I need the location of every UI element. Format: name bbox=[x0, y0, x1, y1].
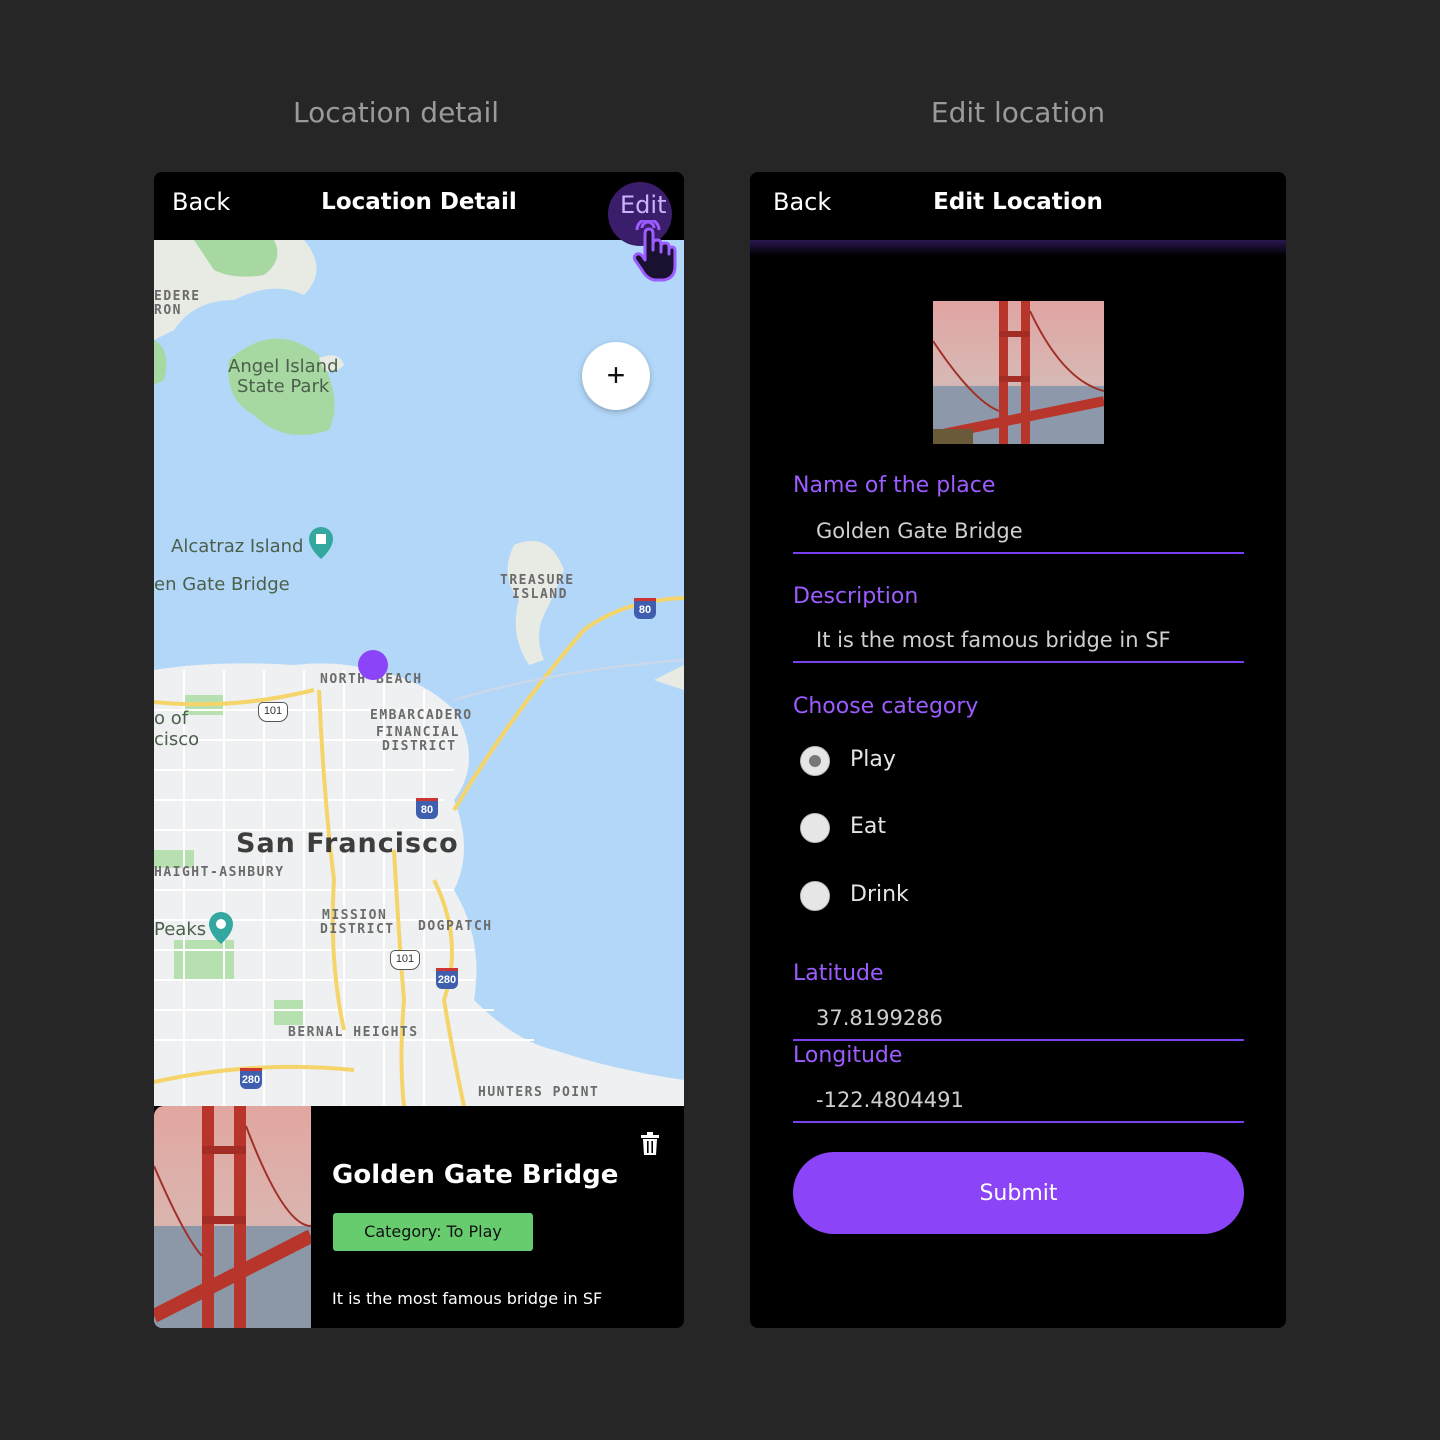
location-photo bbox=[154, 1106, 311, 1328]
category-label: Choose category bbox=[793, 694, 979, 719]
map-label-angel-island: Angel Island bbox=[228, 356, 339, 377]
map-label-haight: HAIGHT-ASHBURY bbox=[154, 865, 285, 880]
route-shield-280: 280 bbox=[436, 968, 458, 989]
map-label-embarcadero: EMBARCADERO bbox=[370, 708, 473, 723]
map-label-mission-2: DISTRICT bbox=[320, 922, 395, 937]
map-label-city: San Francisco bbox=[236, 828, 459, 859]
latitude-label: Latitude bbox=[793, 961, 884, 986]
map-label-peaks: Peaks bbox=[154, 919, 207, 940]
trash-icon[interactable] bbox=[640, 1132, 660, 1156]
location-photo[interactable] bbox=[933, 301, 1104, 444]
radio-button-selected[interactable] bbox=[800, 746, 830, 776]
description-input[interactable] bbox=[793, 619, 1244, 663]
route-shield-280-b: 280 bbox=[240, 1068, 262, 1089]
map-label-bernal-heights: BERNAL HEIGHTS bbox=[288, 1025, 419, 1040]
radio-eat[interactable]: Eat bbox=[800, 812, 1000, 844]
map-label-financial-district: FINANCIAL bbox=[376, 725, 460, 740]
map-label-belvedere: EDERE bbox=[154, 289, 201, 304]
radio-button[interactable] bbox=[800, 813, 830, 843]
radio-button[interactable] bbox=[800, 881, 830, 911]
route-shield-101: 101 bbox=[258, 702, 288, 722]
map-label-alcatraz: Alcatraz Island bbox=[171, 536, 304, 557]
radio-label-play: Play bbox=[850, 747, 896, 772]
route-shield-101-b: 101 bbox=[390, 950, 420, 970]
radio-play[interactable]: Play bbox=[800, 745, 1000, 777]
map-label-financial-district-2: DISTRICT bbox=[382, 739, 457, 754]
radio-label-eat: Eat bbox=[850, 814, 887, 839]
latitude-input[interactable] bbox=[793, 997, 1244, 1041]
category-badge: Category: To Play bbox=[333, 1213, 533, 1251]
location-detail-screen: Back Location Detail EDERE RON Angel Isl… bbox=[154, 172, 684, 1328]
submit-button[interactable]: Submit bbox=[793, 1152, 1244, 1234]
map-label-treasure-island: TREASURE bbox=[500, 573, 575, 588]
map-view[interactable]: EDERE RON Angel Island State Park Alcatr… bbox=[154, 240, 684, 1106]
radio-label-drink: Drink bbox=[850, 882, 909, 907]
caption-edit-location: Edit location bbox=[930, 96, 1106, 129]
edit-label: Edit bbox=[620, 191, 667, 219]
map-label-sf-partial: o of bbox=[154, 708, 189, 729]
hand-pointer-icon bbox=[632, 220, 677, 282]
attraction-icon bbox=[309, 527, 333, 559]
map-label-golden-gate: en Gate Bridge bbox=[154, 574, 290, 595]
camera-icon bbox=[209, 912, 233, 944]
page-title: Edit Location bbox=[933, 189, 1103, 215]
page-title: Location Detail bbox=[321, 189, 517, 215]
caption-location-detail: Location detail bbox=[292, 96, 500, 129]
map-label-dogpatch: DOGPATCH bbox=[418, 919, 493, 934]
map-label-belvedere-2: RON bbox=[154, 303, 182, 318]
map-label-mission: MISSION bbox=[322, 908, 388, 923]
location-pin-icon[interactable] bbox=[358, 650, 388, 680]
edit-button[interactable]: Edit bbox=[608, 182, 684, 282]
zoom-in-button[interactable]: + bbox=[582, 342, 650, 410]
map-label-treasure-island-2: ISLAND bbox=[512, 587, 568, 602]
map-label-sf-partial-2: cisco bbox=[154, 729, 200, 750]
navbar: Back Location Detail bbox=[154, 172, 684, 240]
longitude-label: Longitude bbox=[793, 1043, 903, 1068]
navbar-shadow bbox=[750, 240, 1286, 256]
location-card[interactable]: Golden Gate Bridge Category: To Play It … bbox=[154, 1106, 684, 1328]
name-input[interactable] bbox=[793, 510, 1244, 554]
description-label: Description bbox=[793, 584, 919, 609]
map-label-hunters-point: HUNTERS POINT bbox=[478, 1085, 600, 1100]
edit-location-screen: Back Edit Location Name of the place Des… bbox=[750, 172, 1286, 1328]
card-description: It is the most famous bridge in SF bbox=[332, 1289, 603, 1308]
route-shield-80-b: 80 bbox=[416, 798, 438, 819]
name-label: Name of the place bbox=[793, 473, 996, 498]
route-shield-80: 80 bbox=[634, 598, 656, 619]
map-label-angel-island-2: State Park bbox=[237, 376, 330, 397]
longitude-input[interactable] bbox=[793, 1079, 1244, 1123]
card-title: Golden Gate Bridge bbox=[332, 1160, 619, 1190]
radio-drink[interactable]: Drink bbox=[800, 880, 1000, 912]
navbar: Back Edit Location bbox=[750, 172, 1286, 240]
